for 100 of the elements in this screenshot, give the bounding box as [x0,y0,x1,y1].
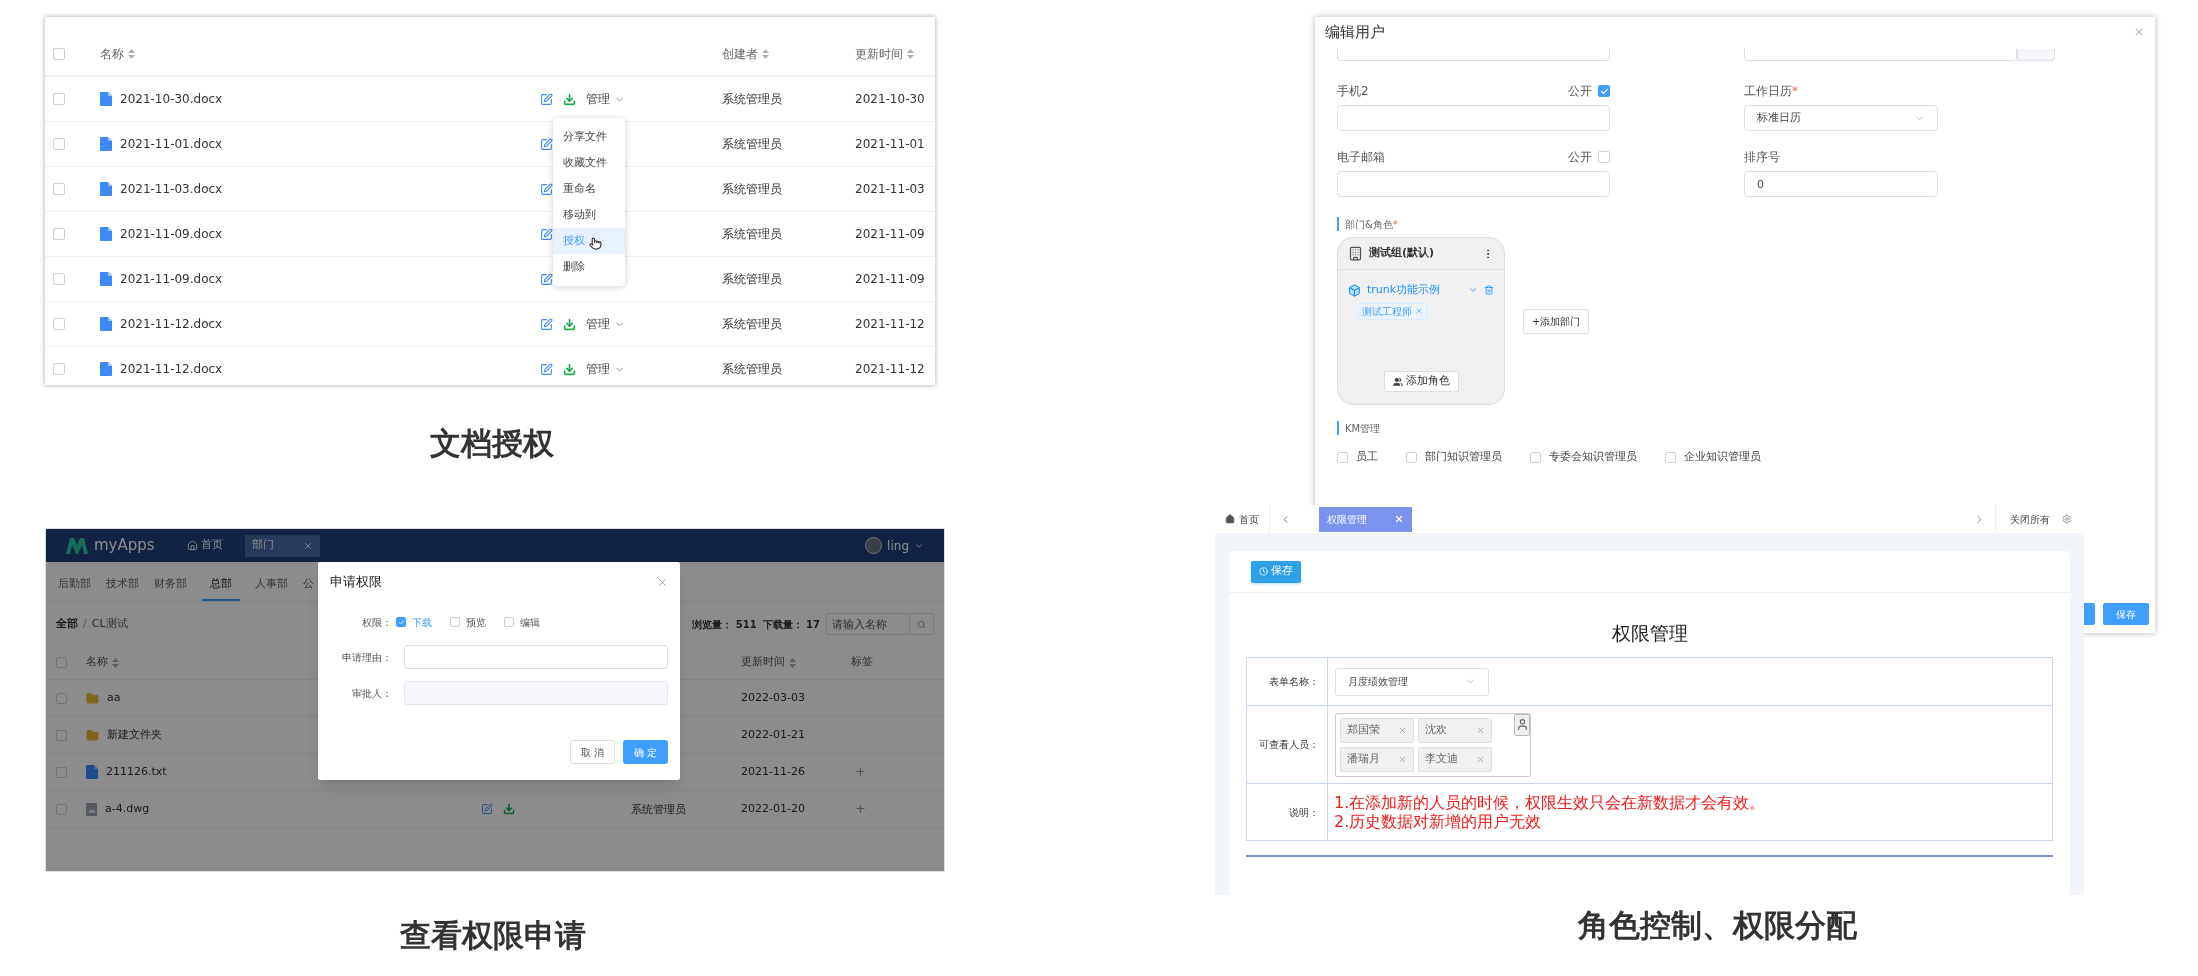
checkbox[interactable] [56,692,67,704]
checkbox[interactable] [1337,451,1348,463]
file-name[interactable]: 211126.txt [106,763,167,781]
checkbox[interactable] [450,617,460,627]
people-picker[interactable]: 郑国荣 沈欢 潘瑞月 李文迪 [1335,712,1531,777]
download-icon[interactable] [563,317,576,331]
checkbox[interactable] [53,183,65,195]
checkbox[interactable] [53,228,65,240]
department-tab[interactable]: 技术部 [106,569,139,601]
department-tab[interactable]: 公 [303,569,314,601]
input-field[interactable] [404,645,668,669]
file-name[interactable]: 2021-11-12.docx [120,360,223,378]
remove-icon[interactable] [1398,725,1407,735]
close-icon[interactable] [2133,26,2145,38]
checkbox[interactable] [53,93,65,105]
settings-icon[interactable] [2062,514,2072,524]
save-button[interactable]: 保存 [1251,560,1301,583]
input-field[interactable] [1744,49,2017,61]
manage-dropdown[interactable]: 管理 [586,315,625,333]
manage-dropdown[interactable]: 管理 [586,90,625,108]
department-tab[interactable]: 总部 [202,569,240,601]
checkbox[interactable] [1530,451,1541,463]
checkbox[interactable] [53,363,65,375]
checkbox[interactable] [504,617,514,627]
add-department-button[interactable]: +添加部门 [1523,309,1590,334]
department-tab[interactable]: 后勤部 [58,569,91,601]
breadcrumb-item[interactable]: CL测试 [91,615,128,633]
menu-item[interactable]: 删除 [553,254,625,280]
open-tab[interactable]: 部门 [244,534,320,557]
home-link[interactable]: 首页 [186,537,223,554]
checkbox[interactable] [56,729,67,741]
remove-icon[interactable] [1415,307,1423,315]
edit-icon[interactable] [540,182,553,196]
cancel-button[interactable]: 取 消 [570,740,615,764]
checkbox[interactable] [53,318,65,330]
user-name[interactable]: ling [887,536,909,555]
close-icon[interactable] [657,576,668,588]
file-name[interactable]: a-4.dwg [105,800,150,818]
menu-item[interactable]: 收藏文件 [553,150,625,176]
menu-item[interactable]: 重命名 [553,176,625,202]
department-tab[interactable]: 财务部 [154,569,187,601]
checkbox[interactable] [396,617,406,627]
checkbox[interactable] [53,47,65,60]
table-cell-text: 2021-10-30 [855,91,926,108]
edit-icon[interactable] [481,803,493,815]
edit-icon[interactable] [540,317,553,331]
checkbox-label: 预览 [466,615,486,630]
checkbox[interactable] [56,803,67,815]
checkbox[interactable] [56,766,67,778]
file-name[interactable]: 2021-11-01.docx [120,135,223,153]
input-field[interactable] [1337,105,1610,131]
checkbox[interactable] [56,657,67,668]
file-name[interactable]: 2021-10-30.docx [120,90,223,108]
file-name[interactable]: aa [107,689,121,707]
department-tab[interactable]: 人事部 [255,569,288,601]
remove-icon[interactable] [1476,754,1485,764]
file-name[interactable]: 2021-11-09.docx [120,225,223,243]
download-icon[interactable] [503,803,515,815]
building-icon [1348,246,1363,261]
edit-icon[interactable] [540,227,553,241]
breadcrumb-item[interactable]: 全部 [56,615,78,633]
checkbox[interactable] [1598,85,1610,97]
download-icon[interactable] [563,92,576,106]
input-field[interactable] [1337,49,1610,61]
checkbox[interactable] [1406,451,1417,463]
input-field[interactable] [1337,171,1610,197]
select-field[interactable]: 月度绩效管理 [1335,667,1489,696]
unit-name[interactable]: trunk功能示例 [1367,282,1441,299]
edit-icon[interactable] [540,272,553,286]
page-tab[interactable]: 权限管理 [1319,506,1412,532]
remove-icon[interactable] [1398,754,1407,764]
download-icon[interactable] [563,362,576,376]
file-name[interactable]: 2021-11-03.docx [120,180,223,198]
checkbox[interactable] [53,138,65,150]
remove-icon[interactable] [1476,725,1485,735]
search-field[interactable]: 请输入名称 [826,613,910,635]
edit-icon[interactable] [540,137,553,151]
checkbox[interactable] [1598,151,1610,163]
user-picker-button[interactable] [1514,713,1530,736]
primary-button[interactable] [2084,603,2095,625]
checkbox[interactable] [1665,451,1676,463]
table-cell-text: 2021-11-03 [855,181,926,198]
close-icon[interactable] [302,540,313,551]
select-field[interactable]: 标准日历 [1744,105,1938,131]
edit-icon[interactable] [540,92,553,106]
manage-dropdown[interactable]: 管理 [586,360,625,378]
menu-item[interactable]: 分享文件 [553,124,625,150]
file-name[interactable]: 2021-11-09.docx [120,270,223,288]
file-name[interactable]: 新建文件夹 [107,726,162,744]
dialog-title: 申请权限 [330,573,382,592]
checkbox[interactable] [53,273,65,285]
add-role-button[interactable]: 添加角色 [1383,371,1459,392]
menu-item[interactable]: 移动到 [553,202,625,228]
input-field[interactable]: 0 [1744,171,1938,197]
trash-icon[interactable] [1484,285,1494,296]
field-label: 权限： [361,615,392,630]
edit-icon[interactable] [540,362,553,376]
search-button[interactable] [910,613,934,635]
close-icon[interactable] [1394,514,1404,524]
file-name[interactable]: 2021-11-12.docx [120,315,223,333]
